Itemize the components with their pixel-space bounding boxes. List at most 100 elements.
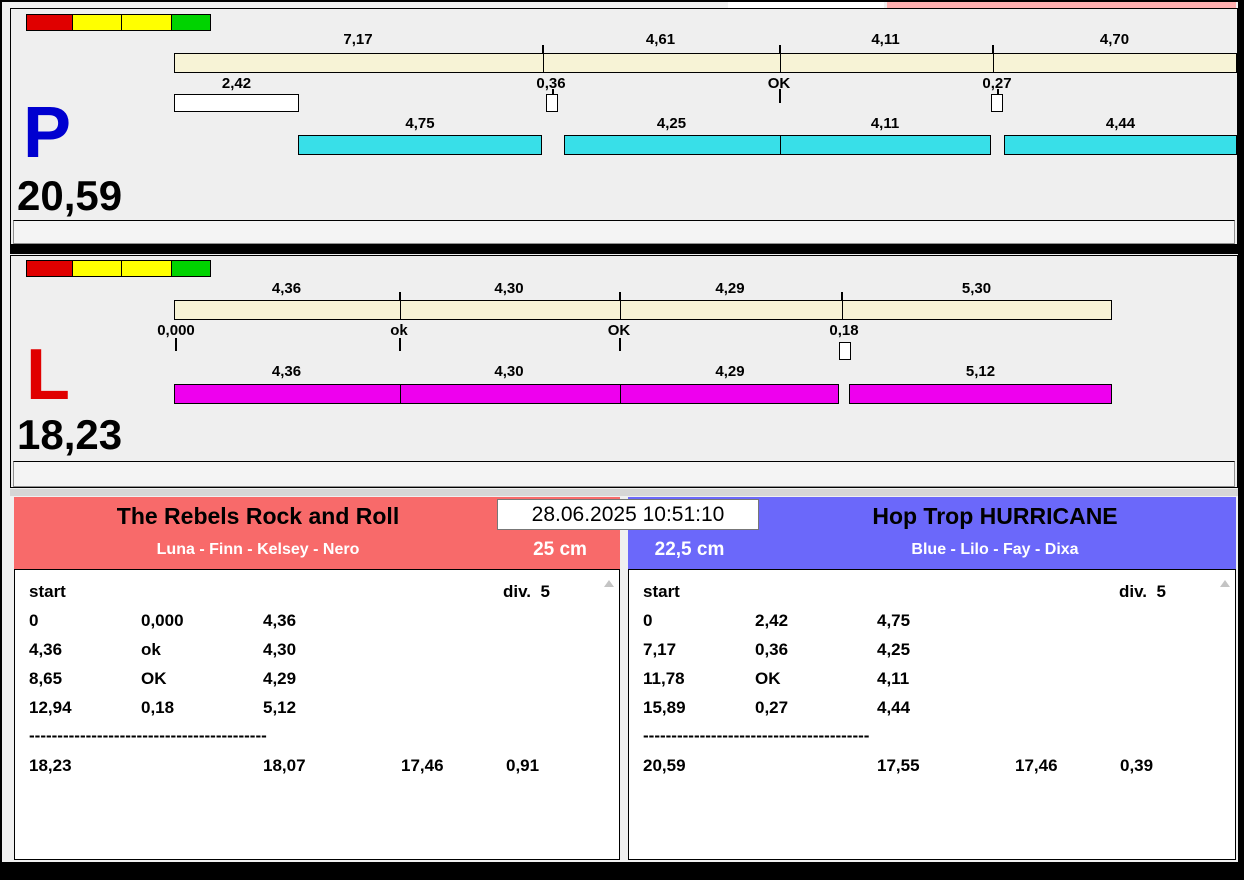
l-lane-label: L — [26, 335, 70, 415]
indicator-yellow-segment — [72, 15, 122, 30]
indicator-green-segment — [172, 261, 210, 276]
right-results-panel: start div. 5 0 2,42 4,75 7,17 0,36 4,25 … — [628, 569, 1236, 860]
result-cell: ok — [141, 640, 161, 659]
bar-divider — [620, 301, 621, 319]
result-cell: 5,12 — [263, 698, 297, 717]
l-lap-value-3: 4,29 — [715, 363, 745, 380]
result-cell: 12,94 — [29, 698, 72, 717]
result-cell: 7,17 — [643, 640, 677, 659]
p-start-marker-bar — [174, 94, 299, 112]
l-marker-tick-1 — [175, 338, 177, 351]
result-cell: OK — [755, 669, 781, 688]
panel-separator — [10, 245, 1238, 254]
l-upper-tick-2 — [619, 292, 621, 300]
l-upper-value-3: 4,29 — [715, 280, 745, 297]
p-marker-box-1 — [546, 94, 558, 112]
bar-divider — [543, 54, 544, 72]
total-cell-3: 17,46 — [1015, 756, 1058, 775]
l-upper-tick-3 — [841, 292, 843, 300]
p-lap-bar-1 — [298, 135, 542, 155]
right-team-name: Hop Trop HURRICANE — [872, 503, 1118, 529]
indicator-yellow-segment — [72, 261, 122, 276]
l-status-indicator — [26, 260, 211, 277]
l-mid-value-2: ok — [390, 322, 408, 339]
right-height-class-badge: 22,5 cm — [654, 539, 725, 560]
right-team-members: Blue - Lilo - Fay - Dixa — [911, 541, 1079, 558]
l-marker-tick-3 — [619, 338, 621, 351]
result-cell: 0 — [29, 611, 39, 630]
result-cell: 4,44 — [877, 698, 911, 717]
result-cell: 4,36 — [29, 640, 63, 659]
start-label: start — [643, 582, 680, 601]
div-label: div. 5 — [503, 582, 550, 601]
indicator-red-segment — [27, 15, 73, 30]
results-divider: ----------------------------------------… — [29, 726, 267, 745]
p-marker-box-2 — [991, 94, 1003, 112]
total-cell-2: 17,55 — [877, 756, 920, 775]
result-cell: 4,75 — [877, 611, 911, 630]
p-panel: 7,17 4,61 4,11 4,70 2,42 0,36 OK 0,27 4,… — [10, 8, 1238, 245]
result-cell: 2,42 — [755, 611, 789, 630]
total-cell-1: 20,59 — [643, 756, 686, 775]
l-mid-value-1: 0,000 — [157, 322, 195, 339]
total-cell-2: 18,07 — [263, 756, 306, 775]
bar-divider — [780, 136, 781, 154]
scroll-up-icon[interactable] — [1220, 580, 1230, 587]
result-cell: 4,29 — [263, 669, 297, 688]
result-cell: 0,27 — [755, 698, 789, 717]
p-mid-value-1: 2,42 — [221, 75, 252, 92]
bar-divider — [400, 385, 401, 403]
result-cell: 0,36 — [755, 640, 789, 659]
l-marker-tick-2 — [399, 338, 401, 351]
result-cell: 4,36 — [263, 611, 297, 630]
indicator-yellow-segment-2 — [121, 15, 173, 30]
total-cell-4: 0,91 — [506, 756, 540, 775]
p-lap-bar-2 — [564, 135, 991, 155]
l-upper-value-1: 4,36 — [271, 280, 302, 297]
l-marker-box-1 — [839, 342, 851, 360]
indicator-yellow-segment-2 — [121, 261, 173, 276]
l-upper-value-2: 4,30 — [494, 280, 524, 297]
total-cell-1: 18,23 — [29, 756, 72, 775]
p-lap-value-4: 4,44 — [1105, 115, 1136, 132]
section-ridge — [10, 489, 1238, 496]
l-lap-bar-1 — [174, 384, 839, 404]
p-upper-tick-1 — [542, 45, 544, 53]
result-cell: 0,18 — [141, 698, 175, 717]
p-bottom-strip — [13, 220, 1235, 244]
result-cell: 4,11 — [877, 669, 910, 688]
l-panel: 4,36 4,30 4,29 5,30 0,000 ok OK 0,18 4,3… — [10, 255, 1238, 488]
l-mid-value-4: 0,18 — [829, 322, 859, 339]
p-upper-tick-3 — [992, 45, 994, 53]
p-lap-value-3: 4,11 — [870, 115, 900, 132]
p-upper-bar — [174, 53, 1237, 73]
result-cell: 4,25 — [877, 640, 911, 659]
result-cell: 0,000 — [141, 611, 184, 630]
p-upper-value-4: 4,70 — [1099, 31, 1130, 48]
bar-divider — [842, 301, 843, 319]
bar-divider — [620, 385, 621, 403]
l-lap-value-1: 4,36 — [271, 363, 302, 380]
indicator-red-segment — [27, 261, 73, 276]
scroll-up-icon[interactable] — [604, 580, 614, 587]
left-results-panel: start div. 5 0 0,000 4,36 4,36 ok 4,30 8… — [14, 569, 620, 860]
result-cell: 8,65 — [29, 669, 63, 688]
l-upper-value-4: 5,30 — [961, 280, 992, 297]
div-label: div. 5 — [1119, 582, 1166, 601]
p-upper-value-2: 4,61 — [645, 31, 676, 48]
p-upper-tick-2 — [779, 45, 781, 53]
datetime-display: 28.06.2025 10:51:10 — [497, 499, 759, 530]
p-total-time: 20,59 — [17, 172, 123, 219]
p-mid-value-2: 0,36 — [536, 75, 566, 92]
p-lap-bar-3 — [1004, 135, 1237, 155]
l-lap-value-2: 4,30 — [494, 363, 524, 380]
result-cell: OK — [141, 669, 167, 688]
indicator-green-segment — [172, 15, 210, 30]
total-cell-3: 17,46 — [401, 756, 444, 775]
l-total-time: 18,23 — [17, 411, 123, 458]
start-label: start — [29, 582, 66, 601]
l-upper-bar — [174, 300, 1112, 320]
p-upper-value-3: 4,11 — [871, 31, 900, 48]
bar-divider — [780, 54, 781, 72]
result-cell: 0 — [643, 611, 653, 630]
